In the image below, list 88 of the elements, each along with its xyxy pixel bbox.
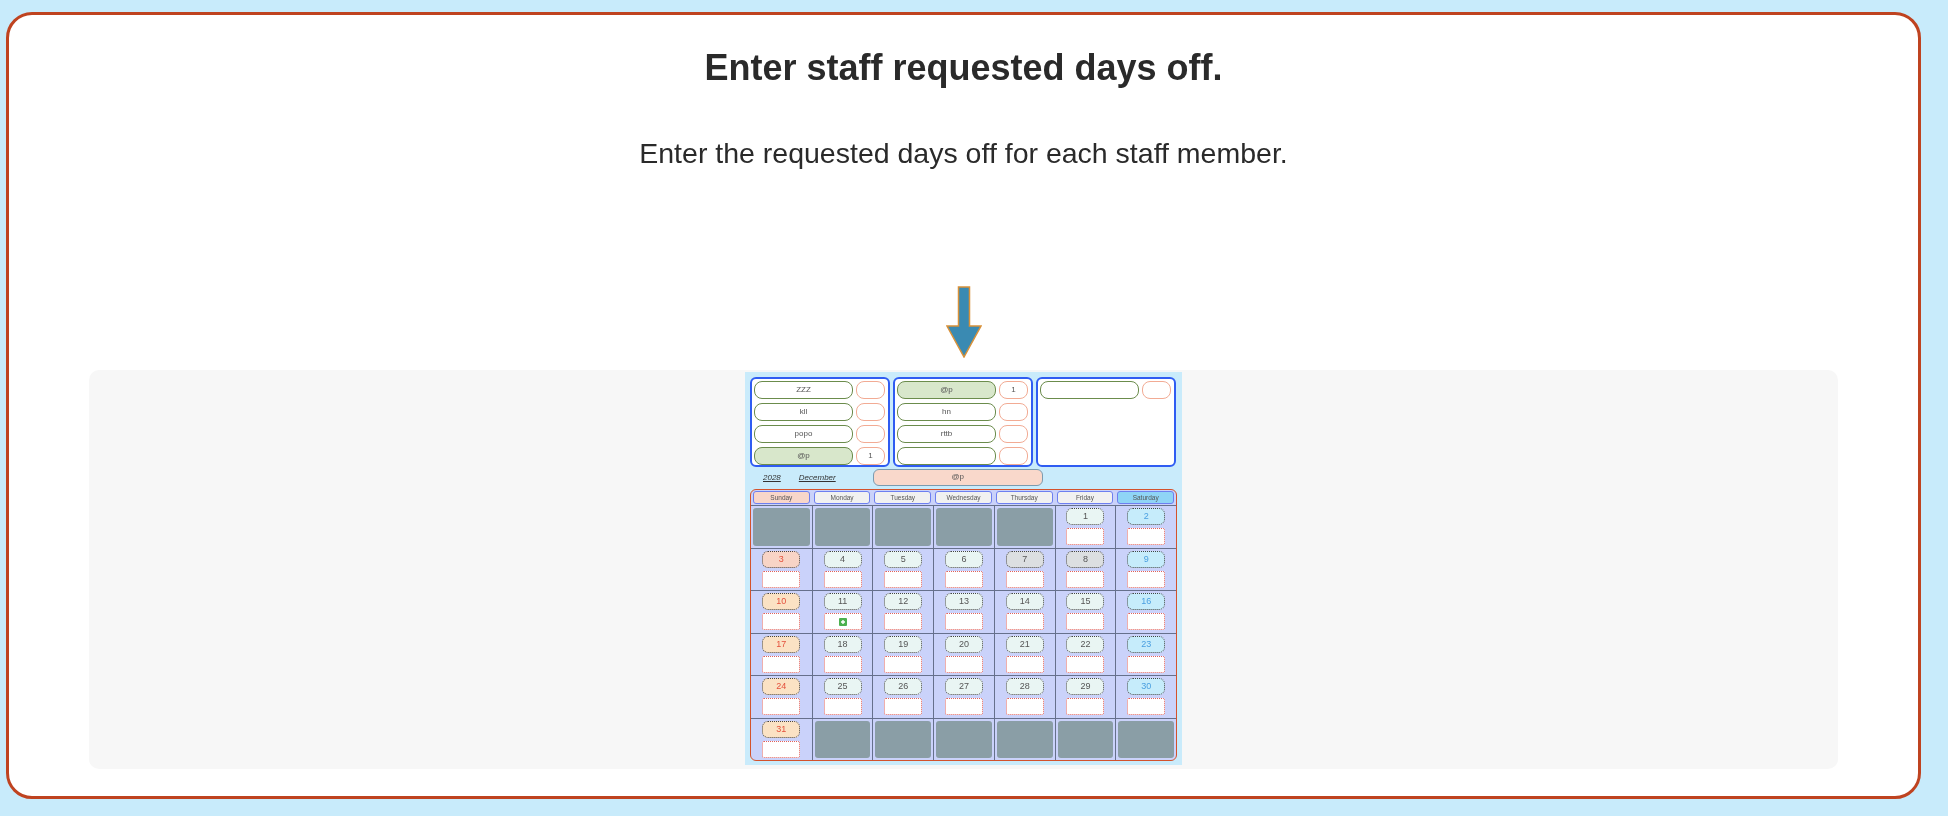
day-button[interactable]: 18 xyxy=(823,635,862,653)
empty-day-block xyxy=(1118,720,1174,758)
day-count-field[interactable] xyxy=(999,447,1028,465)
staff-name-field[interactable]: popo xyxy=(754,425,853,443)
day-button[interactable]: 7 xyxy=(1005,550,1044,568)
day-entry-field[interactable] xyxy=(884,613,923,630)
day-button[interactable]: 11 xyxy=(823,593,862,610)
day-entry-field[interactable] xyxy=(762,655,801,673)
staff-name-field[interactable]: hn xyxy=(897,403,996,421)
day-entry-field[interactable] xyxy=(1066,570,1105,588)
day-entry-field[interactable] xyxy=(884,570,923,588)
day-button[interactable]: 28 xyxy=(1005,678,1044,695)
day-entry-field[interactable] xyxy=(1005,655,1044,673)
day-entry-field[interactable] xyxy=(823,698,862,715)
day-entry-field[interactable] xyxy=(945,613,983,630)
day-entry-field[interactable] xyxy=(823,613,862,630)
day-button[interactable]: 1 xyxy=(1066,508,1105,525)
empty-day-block xyxy=(936,508,992,546)
day-button[interactable]: 15 xyxy=(1066,593,1105,610)
day-entry-field[interactable] xyxy=(1066,698,1105,715)
day-entry-field[interactable] xyxy=(823,570,862,588)
empty-day-block xyxy=(1057,720,1114,758)
day-button[interactable]: 25 xyxy=(823,678,862,695)
staff-name-field[interactable] xyxy=(1040,381,1139,399)
empty-day-block xyxy=(936,720,992,758)
staff-name-field[interactable]: @p xyxy=(897,381,996,399)
day-button[interactable]: 12 xyxy=(884,593,923,610)
day-entry-field[interactable] xyxy=(1127,698,1166,715)
day-entry-field[interactable] xyxy=(1005,613,1044,630)
empty-day-block xyxy=(996,720,1053,758)
day-button[interactable]: 22 xyxy=(1066,635,1105,653)
plus-icon xyxy=(838,617,847,626)
day-button[interactable]: 20 xyxy=(945,635,983,653)
staff-name-field[interactable] xyxy=(897,447,996,465)
day-button[interactable]: 26 xyxy=(884,678,923,695)
staff-name-field[interactable]: kll xyxy=(754,403,853,421)
day-button[interactable]: 6 xyxy=(945,550,983,568)
empty-day-block xyxy=(875,508,932,546)
day-button[interactable]: 27 xyxy=(945,678,983,695)
day-button[interactable]: 14 xyxy=(1005,593,1044,610)
day-count-field[interactable] xyxy=(999,403,1028,421)
staff-name-field[interactable]: ZZZ xyxy=(754,381,853,399)
month-link[interactable]: December xyxy=(798,472,836,483)
day-count-field[interactable]: 1 xyxy=(856,447,885,465)
day-button[interactable]: 13 xyxy=(945,593,983,610)
day-count-field[interactable]: 1 xyxy=(999,381,1028,399)
day-entry-field[interactable] xyxy=(1005,698,1044,715)
day-entry-field[interactable] xyxy=(1127,655,1166,673)
day-entry-field[interactable] xyxy=(1127,570,1166,588)
day-entry-field[interactable] xyxy=(884,698,923,715)
day-entry-field[interactable] xyxy=(945,698,983,715)
page-title: Enter staff requested days off. xyxy=(704,47,1223,89)
day-button[interactable]: 8 xyxy=(1066,550,1105,568)
empty-day-block xyxy=(814,720,871,758)
day-entry-field[interactable] xyxy=(1005,570,1044,588)
day-entry-field[interactable] xyxy=(945,655,983,673)
day-entry-field[interactable] xyxy=(762,698,801,715)
day-entry-field[interactable] xyxy=(1127,528,1166,545)
page-subtitle: Enter the requested days off for each staff member. xyxy=(639,136,1288,170)
day-button[interactable]: 29 xyxy=(1066,678,1105,695)
day-button[interactable]: 21 xyxy=(1005,635,1044,653)
selected-staff-field: @p xyxy=(872,469,1043,486)
day-count-field[interactable] xyxy=(1142,381,1171,399)
day-entry-field[interactable] xyxy=(823,655,862,673)
day-count-field[interactable] xyxy=(856,425,885,443)
day-entry-field[interactable] xyxy=(762,570,801,588)
day-button[interactable]: 5 xyxy=(884,550,923,568)
down-arrow-icon xyxy=(945,286,982,358)
empty-day-block xyxy=(996,508,1053,546)
day-entry-field[interactable] xyxy=(884,655,923,673)
day-entry-field[interactable] xyxy=(762,740,801,758)
day-entry-field[interactable] xyxy=(1127,613,1166,630)
empty-day-block xyxy=(875,720,932,758)
day-entry-field[interactable] xyxy=(1066,528,1105,545)
day-entry-field[interactable] xyxy=(945,570,983,588)
empty-day-block xyxy=(753,508,810,546)
day-count-field[interactable] xyxy=(856,381,885,399)
day-button[interactable]: 19 xyxy=(884,635,923,653)
year-link[interactable]: 2028 xyxy=(763,472,781,483)
day-entry-field[interactable] xyxy=(762,613,801,630)
day-count-field[interactable] xyxy=(999,425,1028,443)
empty-day-block xyxy=(814,508,871,546)
day-count-field[interactable] xyxy=(856,403,885,421)
day-entry-field[interactable] xyxy=(1066,613,1105,630)
staff-name-field[interactable]: rttb xyxy=(897,425,996,443)
staff-name-field[interactable]: @p xyxy=(754,447,853,465)
day-entry-field[interactable] xyxy=(1066,655,1105,673)
day-button[interactable]: 4 xyxy=(823,550,862,568)
